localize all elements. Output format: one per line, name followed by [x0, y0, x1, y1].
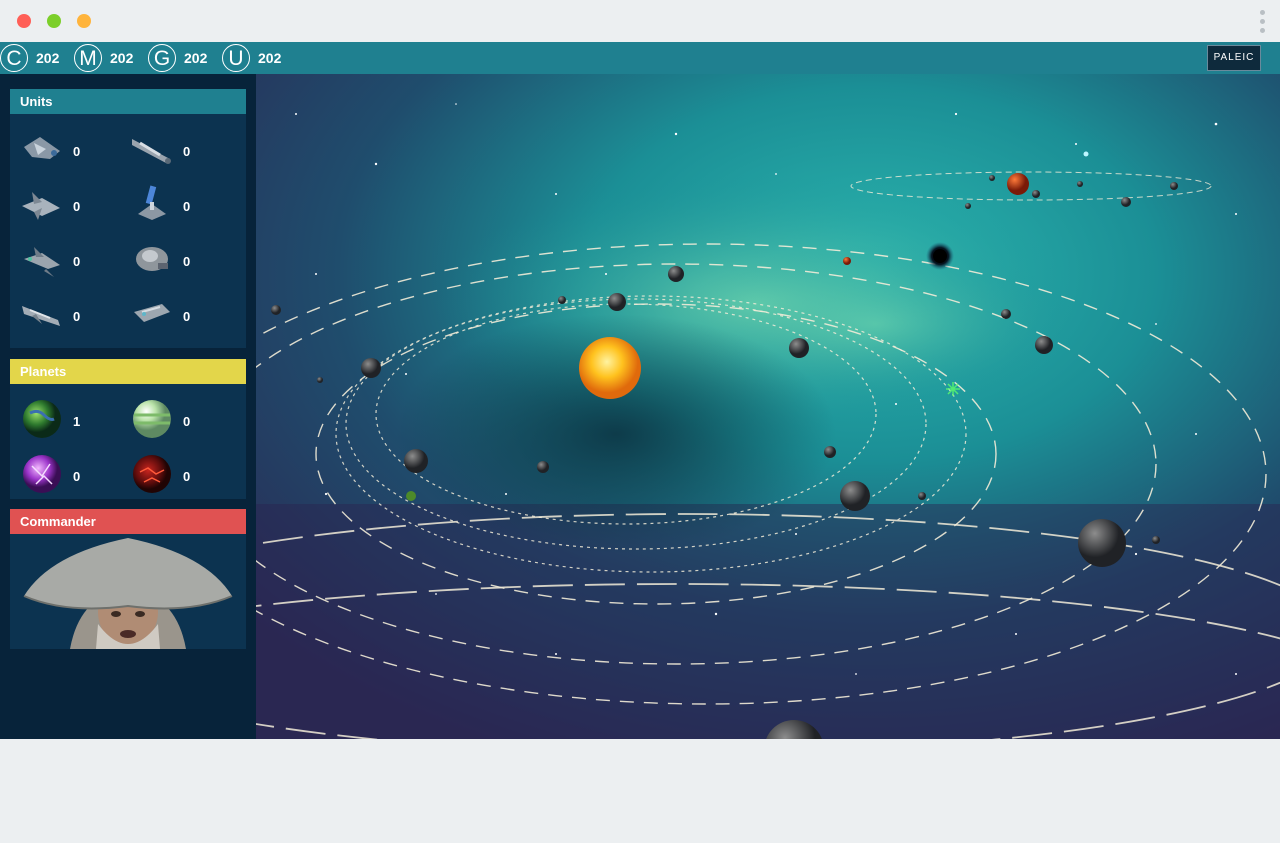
frigate-ship-icon — [22, 306, 60, 326]
transport-ship-icon — [134, 304, 170, 322]
unit-count: 0 — [73, 144, 81, 159]
satellite-icon — [138, 185, 166, 220]
resource-m-value: 202 — [110, 50, 134, 66]
unit-count: 0 — [73, 254, 81, 269]
cruiser-ship-icon — [132, 139, 171, 164]
planet-count: 1 — [73, 414, 81, 429]
unit-slot[interactable]: 0 — [10, 124, 120, 174]
resource-g-icon: G — [148, 44, 176, 72]
fighter-ship-icon — [24, 137, 60, 159]
unit-slot[interactable]: 0 — [120, 124, 230, 174]
unit-count: 0 — [73, 309, 81, 324]
more-menu-icon[interactable] — [1260, 10, 1266, 34]
scout-ship-icon — [24, 247, 60, 277]
resource-u-value: 202 — [258, 50, 282, 66]
planet-slot[interactable]: 0 — [120, 449, 230, 499]
game-logo[interactable]: PALEIC — [1207, 45, 1261, 71]
unit-count: 0 — [183, 144, 191, 159]
resource-m-icon: M — [74, 44, 102, 72]
solar-system-view[interactable] — [256, 74, 1280, 739]
resource-c-icon: C — [0, 44, 28, 72]
planet-slot[interactable]: 1 — [10, 394, 120, 444]
crystal-planet-icon — [23, 455, 61, 493]
gas-planet-icon — [133, 400, 171, 438]
commander-panel — [10, 534, 246, 649]
sidebar: Units 0 0 0 0 0 0 0 0 Planets 1 0 0 0 Co… — [0, 74, 256, 739]
resource-c: C 202 — [0, 44, 59, 72]
planet-count: 0 — [73, 469, 81, 484]
commander-portrait[interactable] — [10, 534, 246, 649]
resource-g-value: 202 — [184, 50, 208, 66]
unit-slot[interactable]: 0 — [10, 289, 120, 339]
zoom-window-button[interactable] — [77, 14, 91, 28]
planet-slot[interactable]: 0 — [120, 394, 230, 444]
unit-count: 0 — [183, 254, 191, 269]
unit-count: 0 — [73, 199, 81, 214]
resource-g: G 202 — [148, 44, 207, 72]
unit-count: 0 — [183, 199, 191, 214]
earth-planet-icon — [23, 400, 61, 438]
lava-planet-icon — [133, 455, 171, 493]
unit-slot[interactable]: 0 — [10, 179, 120, 229]
unit-count: 0 — [183, 309, 191, 324]
resource-m: M 202 — [74, 44, 133, 72]
resource-c-value: 202 — [36, 50, 60, 66]
window-titlebar — [0, 0, 1280, 42]
window-bottom-area — [0, 739, 1280, 843]
unit-slot[interactable]: 0 — [120, 179, 230, 229]
freighter-ship-icon — [136, 247, 168, 271]
unit-slot[interactable]: 0 — [120, 289, 230, 339]
unit-slot[interactable]: 0 — [10, 234, 120, 284]
resource-u-icon: U — [222, 44, 250, 72]
units-header: Units — [10, 89, 246, 114]
resource-u: U 202 — [222, 44, 281, 72]
planet-count: 0 — [183, 469, 191, 484]
planets-panel: 1 0 0 0 — [10, 384, 246, 499]
minimize-window-button[interactable] — [47, 14, 61, 28]
planets-header: Planets — [10, 359, 246, 384]
close-window-button[interactable] — [17, 14, 31, 28]
interceptor-ship-icon — [22, 192, 60, 220]
units-panel: 0 0 0 0 0 0 0 0 — [10, 114, 246, 348]
planet-count: 0 — [183, 414, 191, 429]
commander-header: Commander — [10, 509, 246, 534]
unit-slot[interactable]: 0 — [120, 234, 230, 284]
planet-slot[interactable]: 0 — [10, 449, 120, 499]
resource-bar: C 202 M 202 G 202 U 202 PALEIC — [0, 42, 1280, 74]
